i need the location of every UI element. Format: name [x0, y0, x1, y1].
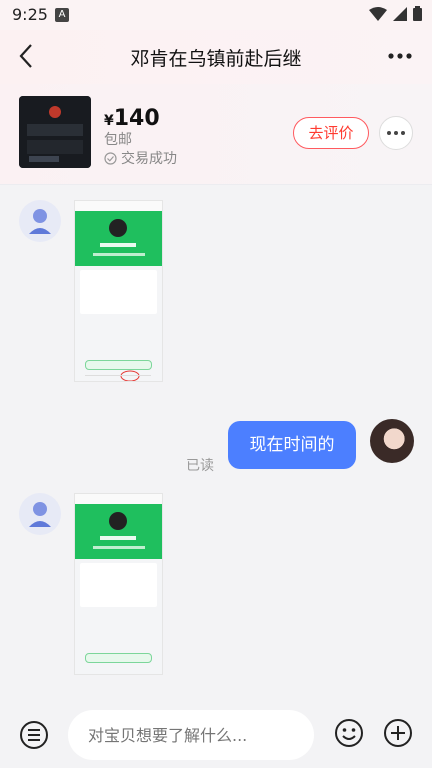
- plus-icon[interactable]: [382, 717, 414, 749]
- wifi-icon: [369, 6, 387, 21]
- input-bar: [0, 700, 432, 768]
- image-content: [75, 211, 162, 266]
- notification-icon: A: [55, 8, 69, 22]
- user-icon: [29, 502, 51, 527]
- product-price: ¥140: [104, 106, 160, 131]
- menu-icon[interactable]: [18, 719, 50, 751]
- deal-status-text: 交易成功: [121, 151, 177, 167]
- message-input[interactable]: [68, 710, 314, 760]
- product-card[interactable]: ¥140 包邮 交易成功 去评价: [0, 84, 432, 185]
- system-icons: [369, 6, 422, 21]
- status-bar: 9:25 A: [0, 0, 432, 30]
- battery-icon: [413, 6, 422, 21]
- message-bubble[interactable]: 现在时间的: [228, 421, 356, 469]
- check-circle-icon: [104, 151, 117, 165]
- message-list[interactable]: 已读 现在时间的: [0, 185, 432, 700]
- shipping-label: 包邮: [104, 132, 132, 148]
- message-image[interactable]: [74, 493, 163, 675]
- image-annotation: [85, 370, 151, 381]
- signal-icon: [393, 6, 407, 21]
- page-title: 邓肯在乌镇前赴后继: [130, 48, 302, 70]
- deal-status: 交易成功: [104, 148, 177, 168]
- status-time: 9:25: [12, 5, 48, 24]
- image-content: [75, 504, 162, 559]
- my-avatar[interactable]: [370, 419, 414, 463]
- rate-button[interactable]: 去评价: [293, 117, 369, 149]
- price-value: 140: [113, 106, 160, 131]
- product-image[interactable]: [19, 96, 91, 168]
- seller-avatar[interactable]: [19, 200, 61, 242]
- emoji-icon[interactable]: [333, 717, 365, 749]
- message-image[interactable]: [74, 200, 163, 382]
- more-options-icon[interactable]: [386, 46, 414, 66]
- read-receipt: 已读: [186, 458, 214, 474]
- product-more-icon[interactable]: [379, 116, 413, 150]
- currency-symbol: ¥: [104, 113, 114, 129]
- chat-header: 邓肯在乌镇前赴后继: [0, 30, 432, 84]
- user-icon: [29, 209, 51, 234]
- seller-avatar[interactable]: [19, 493, 61, 535]
